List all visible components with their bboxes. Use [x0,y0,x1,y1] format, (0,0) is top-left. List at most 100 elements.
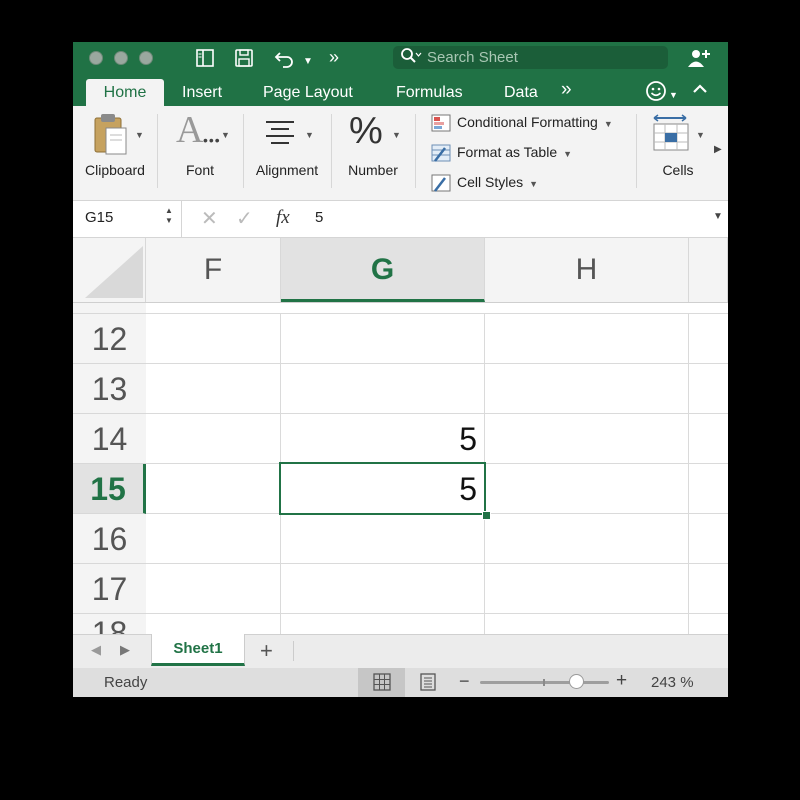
name-box-stepper-icon[interactable]: ▲ ▼ [165,206,173,226]
conditional-formatting-button[interactable]: Conditional Formatting ▼ [431,111,613,133]
feedback-dropdown-icon[interactable]: ▼ [669,85,678,105]
zoom-slider-midmark [543,679,545,686]
cell-g14[interactable]: 5 [281,414,485,464]
cells-group[interactable]: ▼ Cells [640,106,716,200]
tab-page-layout[interactable]: Page Layout [263,79,353,106]
clipboard-dropdown-icon: ▼ [135,130,144,140]
cell-g17[interactable] [281,564,485,614]
cell-h15[interactable] [485,464,689,514]
cell-h13[interactable] [485,364,689,414]
enter-check-icon[interactable]: ✓ [236,206,253,231]
number-label: Number [348,162,398,178]
share-icon[interactable] [687,47,711,74]
name-box[interactable]: G15 ▲ ▼ [73,201,182,237]
percent-icon: % [349,110,383,152]
insert-function-icon[interactable]: fx [276,207,290,229]
cell-styles-dropdown-icon: ▼ [529,179,539,189]
row-header-17[interactable]: 17 [73,564,146,614]
alignment-group[interactable]: ▼ Alignment [247,106,327,200]
number-group[interactable]: % ▼ Number [335,106,411,200]
tab-data[interactable]: Data [504,79,538,106]
smiley-feedback-icon[interactable] [645,80,667,107]
cell-f18[interactable] [146,614,281,635]
cell-h14[interactable] [485,414,689,464]
ribbon-home: ▼ Clipboard A ••• ▼ Font ▼ Alignment % ▼… [73,106,728,201]
cell-i14[interactable] [689,414,728,464]
font-group[interactable]: A ••• ▼ Font [161,106,239,200]
collapse-ribbon-icon[interactable] [692,81,708,101]
zoom-in-icon[interactable]: + [616,670,627,692]
formula-expand-icon[interactable]: ▼ [713,211,723,222]
cell-i15[interactable] [689,464,728,514]
cell-h16[interactable] [485,514,689,564]
cell-h12[interactable] [485,314,689,364]
cell-i17[interactable] [689,564,728,614]
cell-i16[interactable] [689,514,728,564]
save-icon[interactable] [234,48,254,73]
cell-g15[interactable]: 5 [281,464,485,514]
zoom-window-button[interactable] [139,51,153,65]
format-as-table-button[interactable]: Format as Table ▼ [431,141,572,163]
cell-styles-button[interactable]: Cell Styles ▼ [431,171,538,193]
sidebar-toggle-icon[interactable] [195,48,215,73]
cell-g16[interactable] [281,514,485,564]
format-as-table-dropdown-icon: ▼ [563,149,573,159]
tab-insert[interactable]: Insert [182,79,222,106]
cancel-icon[interactable]: ✕ [201,206,218,231]
search-box[interactable] [393,46,668,69]
cell-f15[interactable] [146,464,281,514]
cells-label: Cells [662,162,694,178]
sheet-tab-sheet1[interactable]: Sheet1 [151,634,245,666]
format-as-table-icon [431,144,451,163]
search-input[interactable] [427,48,657,67]
cell-g12[interactable] [281,314,485,364]
cell-i12[interactable] [689,314,728,364]
cells-dropdown-icon: ▼ [696,130,705,140]
cell-h18[interactable] [485,614,689,635]
cell-f17[interactable] [146,564,281,614]
clipboard-group[interactable]: ▼ Clipboard [79,106,151,200]
tab-formulas[interactable]: Formulas [396,79,463,106]
column-header-f[interactable]: F [146,238,281,302]
more-quick-access-icon[interactable]: » [329,47,339,67]
excel-window: ▼ » Home Insert Page Layout Formulas Dat… [73,42,728,697]
undo-dropdown-icon[interactable]: ▼ [303,52,313,72]
row-header-18[interactable]: 18 [73,614,146,635]
zoom-out-icon[interactable]: − [459,671,470,692]
close-window-button[interactable] [89,51,103,65]
status-text: Ready [104,674,148,691]
more-tabs-icon[interactable]: » [561,80,572,100]
cell-f12[interactable] [146,314,281,364]
column-header-i[interactable] [689,238,728,302]
ribbon-scroll-right-icon[interactable]: ▶ [714,144,722,155]
previous-sheet-icon[interactable]: ◀ [91,642,101,658]
cell-f13[interactable] [146,364,281,414]
column-header-h[interactable]: H [485,238,689,302]
cell-g13[interactable] [281,364,485,414]
select-all-corner[interactable] [73,238,146,302]
add-sheet-icon[interactable]: + [260,638,273,664]
row-header-16[interactable]: 16 [73,514,146,564]
row-header-12[interactable]: 12 [73,314,146,364]
grid-view-icon [373,673,391,691]
undo-icon[interactable] [274,48,296,73]
zoom-slider-thumb[interactable] [569,674,585,689]
page-layout-view-button[interactable] [405,668,451,697]
name-box-value: G15 [85,209,114,226]
cell-h17[interactable] [485,564,689,614]
zoom-level[interactable]: 243 % [651,674,694,691]
row-header-14[interactable]: 14 [73,414,146,464]
minimize-window-button[interactable] [114,51,128,65]
row-header-13[interactable]: 13 [73,364,146,414]
column-header-g[interactable]: G [281,238,485,302]
cell-f16[interactable] [146,514,281,564]
cell-f14[interactable] [146,414,281,464]
cell-g18[interactable] [281,614,485,635]
tab-home[interactable]: Home [86,79,164,106]
next-sheet-icon[interactable]: ▶ [120,642,130,658]
fill-handle[interactable] [482,511,491,520]
normal-view-button[interactable] [358,668,405,697]
formula-input[interactable]: 5 [315,209,323,226]
row-header-15[interactable]: 15 [73,464,146,514]
cell-i13[interactable] [689,364,728,414]
